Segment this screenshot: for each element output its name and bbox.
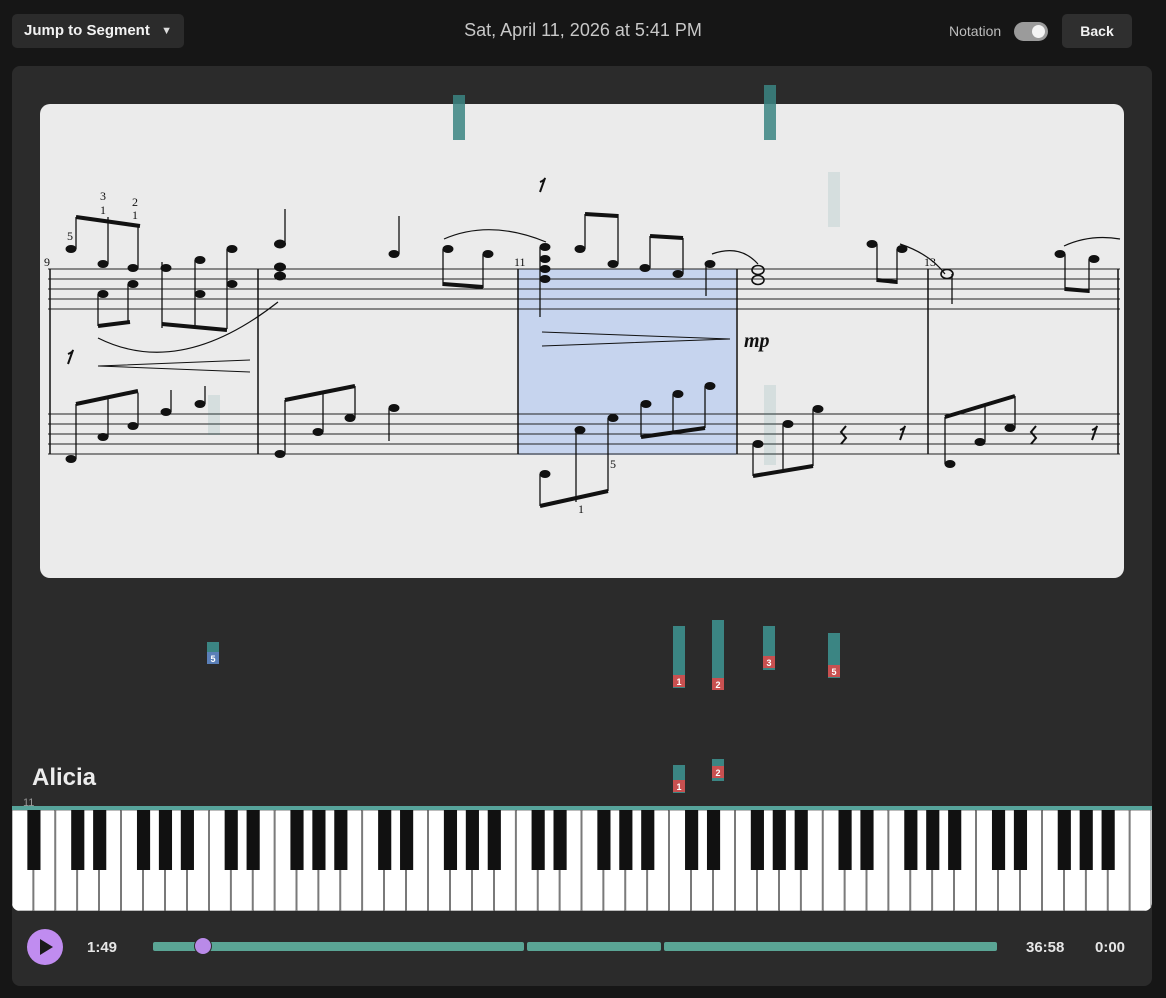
black-key[interactable] (312, 810, 326, 870)
black-key[interactable] (706, 810, 721, 870)
notation-toggle[interactable] (1014, 22, 1048, 41)
playback-controls: 1:49 36:58 0:00 (12, 920, 1152, 980)
black-key[interactable] (27, 810, 41, 870)
black-key[interactable] (553, 810, 567, 870)
timeline-segment[interactable] (664, 942, 997, 951)
fingering-number: 5 (67, 229, 73, 243)
fingering-number: 1 (578, 502, 584, 516)
player-name: Alicia (32, 764, 97, 791)
extra-time: 0:00 (1095, 939, 1126, 956)
black-key[interactable] (838, 810, 852, 870)
fingering-number: 1 (100, 203, 106, 217)
black-key[interactable] (158, 810, 173, 870)
keyboard-shade (12, 870, 1152, 911)
top-bar: Jump to Segment ▼ Sat, April 11, 2026 at… (0, 0, 1166, 66)
dynamic-marking: mp (744, 330, 770, 352)
fingering-number: 1 (132, 208, 138, 222)
play-icon (40, 939, 53, 955)
black-key[interactable] (619, 810, 633, 870)
black-key[interactable] (400, 810, 414, 870)
black-key[interactable] (750, 810, 764, 870)
fingering-number: 2 (132, 195, 138, 209)
black-key[interactable] (991, 810, 1006, 870)
black-key[interactable] (860, 810, 874, 870)
black-key[interactable] (948, 810, 962, 870)
timeline-scrubber[interactable] (153, 937, 997, 955)
toggle-knob (1032, 25, 1045, 38)
notation-label: Notation (949, 23, 1002, 39)
black-key[interactable] (904, 810, 918, 870)
black-key[interactable] (180, 810, 194, 870)
black-key[interactable] (136, 810, 151, 870)
sheet-music[interactable]: 9 11 13 3 1 2 1 5 5 1 mp (40, 104, 1124, 578)
elapsed-time: 1:49 (87, 939, 118, 956)
black-key[interactable] (465, 810, 479, 870)
black-key[interactable] (378, 810, 392, 870)
scrubber-handle[interactable] (193, 937, 212, 955)
measure-number-11: 11 (514, 255, 526, 269)
measure-number-9: 9 (44, 255, 50, 269)
black-key[interactable] (1079, 810, 1093, 870)
black-key[interactable] (772, 810, 786, 870)
black-key[interactable] (1013, 810, 1028, 870)
black-key[interactable] (93, 810, 107, 870)
black-key[interactable] (1057, 810, 1071, 870)
black-key[interactable] (334, 810, 348, 870)
black-key[interactable] (246, 810, 260, 870)
black-key[interactable] (685, 810, 699, 870)
black-key[interactable] (71, 810, 85, 870)
black-key[interactable] (443, 810, 458, 870)
timeline-segment[interactable] (527, 942, 661, 951)
black-key[interactable] (290, 810, 304, 870)
piano-keys (12, 810, 1152, 911)
black-key[interactable] (597, 810, 611, 870)
black-key[interactable] (531, 810, 545, 870)
fingering-number: 3 (100, 189, 106, 203)
fingering-number: 5 (610, 457, 616, 471)
back-button[interactable]: Back (1062, 14, 1132, 48)
play-button[interactable] (27, 929, 63, 965)
black-key[interactable] (794, 810, 808, 870)
black-key[interactable] (224, 810, 238, 870)
piano-keyboard[interactable] (12, 806, 1152, 911)
black-key[interactable] (1101, 810, 1115, 870)
black-key[interactable] (641, 810, 655, 870)
black-key[interactable] (926, 810, 940, 870)
half-notes (751, 264, 954, 286)
total-time: 36:58 (1026, 939, 1065, 956)
score-svg: 9 11 13 3 1 2 1 5 5 1 mp (44, 177, 1121, 516)
black-key[interactable] (487, 810, 501, 870)
